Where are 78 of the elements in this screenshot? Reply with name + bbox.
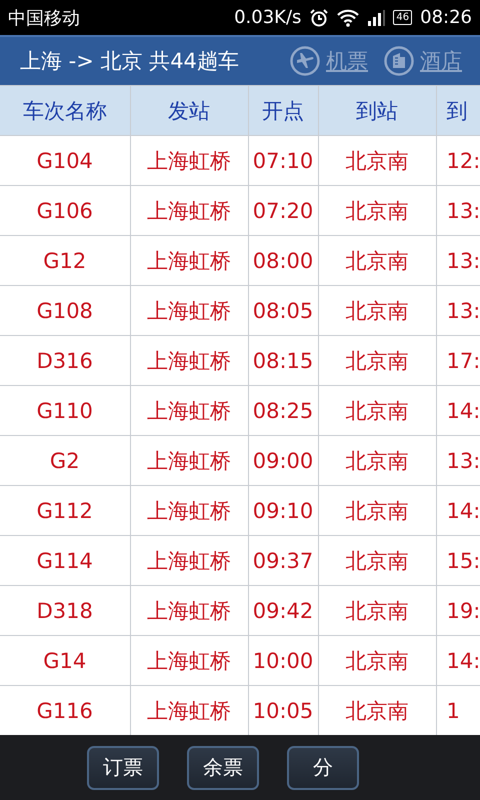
table-cell: 13: [446, 248, 480, 272]
building-icon [384, 46, 414, 76]
table-cell: G112 [36, 498, 93, 522]
table-cell: 上海虹桥 [147, 198, 231, 222]
action-button[interactable]: 余票 [187, 746, 259, 790]
table-cell: 上海虹桥 [147, 498, 231, 522]
table-cell: D316 [36, 348, 93, 372]
column-header: 到站 [318, 86, 436, 136]
table-cell: G2 [50, 448, 80, 472]
table-cell: 北京南 [346, 548, 408, 572]
table-cell: 15: [446, 548, 480, 572]
table-cell: 09:37 [252, 548, 314, 572]
table-cell: 09:10 [252, 498, 314, 522]
column-header: 开点 [248, 86, 318, 136]
table-cell: 10:05 [252, 698, 314, 722]
table-cell: 上海虹桥 [147, 448, 231, 472]
table-cell: 13: [446, 448, 480, 472]
table-cell: 08:00 [252, 248, 314, 272]
table-cell: 北京南 [346, 348, 408, 372]
table-cell: 上海虹桥 [147, 298, 231, 322]
table-cell: G110 [36, 398, 93, 422]
clock-time: 08:26 [420, 7, 472, 28]
table-cell: G14 [43, 648, 86, 672]
alarm-clock-icon [309, 8, 330, 28]
table-cell: 13: [446, 198, 480, 222]
table-cell: 09:00 [252, 448, 314, 472]
table-cell: 北京南 [346, 448, 408, 472]
table-cell: G12 [43, 248, 86, 272]
table-cell: 14: [446, 648, 480, 672]
table-cell: 北京南 [346, 148, 408, 172]
table-cell: 上海虹桥 [147, 698, 231, 722]
table-cell: 09:42 [252, 598, 314, 622]
table-cell: 北京南 [346, 398, 408, 422]
table-cell: 上海虹桥 [147, 398, 231, 422]
carrier-name: 中国移动 [8, 6, 80, 30]
battery-level: 46 [393, 10, 412, 25]
table-cell: 12: [446, 148, 480, 172]
column-header: 到 [436, 86, 480, 136]
table-cell: G108 [36, 298, 93, 322]
table-cell: 上海虹桥 [147, 548, 231, 572]
table-cell: 上海虹桥 [147, 598, 231, 622]
table-cell: 07:20 [252, 198, 314, 222]
table-cell: 10:00 [252, 648, 314, 672]
table-cell: G106 [36, 198, 93, 222]
table-cell: 上海虹桥 [147, 348, 231, 372]
table-cell: 08:05 [252, 298, 314, 322]
table-cell: 13: [446, 298, 480, 322]
table-cell: 14: [446, 398, 480, 422]
table-cell: 14: [446, 498, 480, 522]
table-cell: 1 [446, 698, 460, 722]
table-cell: G114 [36, 548, 93, 572]
table-cell: 08:25 [252, 398, 314, 422]
table-cell: 17: [446, 348, 480, 372]
signal-icon [367, 10, 386, 26]
table-cell: 上海虹桥 [147, 148, 231, 172]
table-cell: 上海虹桥 [147, 248, 231, 272]
table-cell: G104 [36, 148, 93, 172]
table-cell: 北京南 [346, 648, 408, 672]
table-cell: 北京南 [346, 198, 408, 222]
table-cell: 北京南 [346, 598, 408, 622]
action-button[interactable]: 订票 [87, 746, 159, 790]
column-header: 发站 [130, 86, 248, 136]
column-header: 车次名称 [0, 86, 130, 136]
action-button[interactable]: 分 [287, 746, 359, 790]
table-cell: 北京南 [346, 498, 408, 522]
airplane-icon [290, 46, 320, 76]
table-cell: 北京南 [346, 298, 408, 322]
route-title: 上海 -> 北京 共44趟车 [20, 48, 240, 75]
wifi-icon [337, 8, 360, 26]
table-cell: 北京南 [346, 248, 408, 272]
table-cell: G116 [36, 698, 93, 722]
table-cell: 北京南 [346, 698, 408, 722]
table-cell: D318 [36, 598, 93, 622]
table-cell: 上海虹桥 [147, 648, 231, 672]
network-speed: 0.03K/s [234, 7, 302, 28]
table-cell: 08:15 [252, 348, 314, 372]
table-cell: 19: [446, 598, 480, 622]
table-cell: 07:10 [252, 148, 314, 172]
